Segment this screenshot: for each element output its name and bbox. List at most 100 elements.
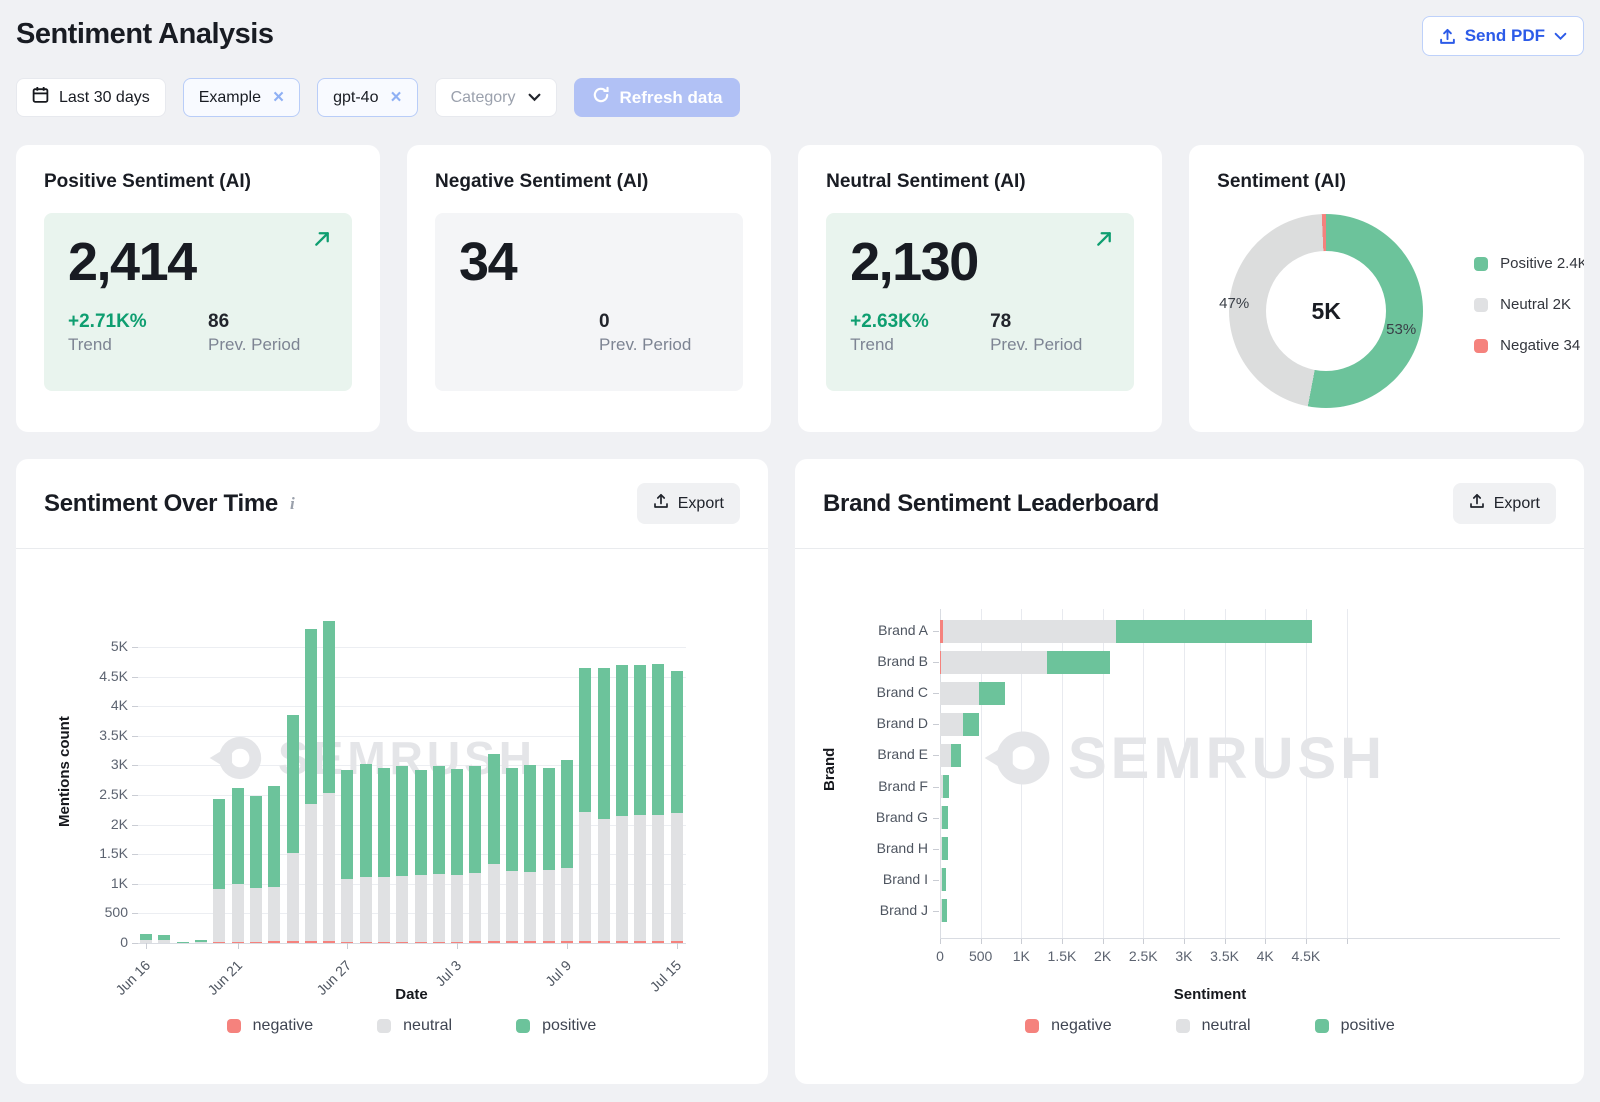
export-button[interactable]: Export [1453, 483, 1556, 524]
chart-title: Brand Sentiment Leaderboard [823, 490, 1159, 518]
category-dropdown[interactable]: Category [435, 78, 557, 117]
x-axis-line [137, 943, 686, 944]
bar-segment-positive [943, 775, 949, 798]
bar-segment-positive [341, 770, 353, 879]
filter-chip-gpt4o[interactable]: gpt-4o × [317, 78, 417, 117]
bar-segment-positive [268, 786, 280, 887]
refresh-data-button[interactable]: Refresh data [574, 78, 741, 117]
bar-segment-positive [616, 665, 628, 816]
legend-swatch-positive [516, 1019, 530, 1033]
kpi-value: 2,414 [68, 229, 328, 297]
bar-segment-negative [561, 941, 573, 943]
stacked-bar [378, 768, 390, 943]
brand-row-label: Brand J [833, 902, 928, 918]
bar-segment-positive [287, 715, 299, 853]
stacked-bar [561, 760, 573, 943]
stacked-bar [524, 765, 536, 943]
bar-segment-positive [963, 713, 979, 736]
bar-segment-positive [433, 766, 445, 874]
x-axis-line [940, 938, 1560, 939]
legend-label: Neutral 2K [1500, 296, 1571, 313]
kpi-prev-value: 0 [599, 311, 691, 333]
stacked-bar [940, 775, 949, 798]
kpi-value: 34 [459, 229, 719, 297]
bar-segment-neutral [616, 816, 628, 941]
bar-segment-neutral [433, 874, 445, 942]
legend-swatch-neutral [1176, 1019, 1190, 1033]
bar-segment-negative [451, 942, 463, 943]
bar-segment-positive [140, 934, 152, 941]
kpi-row: Positive Sentiment (AI) 2,414 +2.71K% Tr… [16, 145, 1584, 432]
bar-segment-negative [616, 941, 628, 943]
stacked-bar [940, 651, 1110, 674]
chevron-down-icon [528, 89, 541, 107]
bar-segment-neutral [287, 853, 299, 941]
bar-segment-neutral [341, 879, 353, 941]
bar-segment-neutral [671, 813, 683, 941]
export-button[interactable]: Export [637, 483, 740, 524]
bar-segment-negative [268, 941, 280, 943]
close-icon[interactable]: × [390, 88, 401, 107]
kpi-title: Neutral Sentiment (AI) [826, 171, 1134, 193]
bar-segment-neutral [524, 872, 536, 942]
brand-leaderboard-chart: Brand SEMRUSH Sentiment negative neutr [795, 549, 1584, 1083]
date-range-filter[interactable]: Last 30 days [16, 78, 166, 117]
kpi-panel: 2,414 +2.71K% Trend 86 Prev. Period [44, 213, 352, 391]
send-pdf-button[interactable]: Send PDF [1422, 16, 1584, 56]
bar-segment-positive [396, 766, 408, 877]
bar-segment-neutral [543, 870, 555, 941]
info-icon[interactable]: i [290, 494, 295, 514]
legend-item-neutral: neutral [1176, 1017, 1251, 1035]
stacked-bar [396, 766, 408, 944]
bar-segment-negative [671, 941, 683, 943]
export-label: Export [1494, 495, 1540, 513]
legend-label: neutral [1202, 1017, 1251, 1035]
bar-segment-positive [177, 942, 189, 943]
sentiment-donut-card: Sentiment (AI) 5K 47% 53% Positive 2.4K … [1189, 145, 1584, 432]
stacked-bar [158, 935, 170, 943]
stacked-bar [305, 629, 317, 943]
stacked-bar [287, 715, 299, 943]
y-axis-title: Mentions count [56, 679, 73, 864]
bar-segment-positive [942, 899, 947, 922]
bar-segment-positive [561, 760, 573, 868]
bar-segment-neutral [140, 940, 152, 943]
stacked-bar [579, 668, 591, 943]
legend-label: negative [1051, 1017, 1112, 1035]
bar-segment-negative [579, 941, 591, 943]
stacked-bar [940, 868, 946, 891]
bar-segment-positive [506, 768, 518, 870]
legend-swatch-negative [227, 1019, 241, 1033]
bar-segment-neutral [323, 793, 335, 941]
chevron-down-icon [1554, 32, 1567, 41]
chart-legend: negative neutral positive [940, 1017, 1480, 1035]
legend-label: positive [1341, 1017, 1395, 1035]
bar-segment-positive [979, 682, 1005, 705]
bar-segment-neutral [213, 889, 225, 941]
bar-segment-positive [579, 668, 591, 812]
donut-percent-neutral: 47% [1219, 295, 1249, 312]
filter-chip-label: gpt-4o [333, 89, 378, 107]
legend-label: neutral [403, 1017, 452, 1035]
bar-segment-neutral [305, 804, 317, 941]
bar-segment-negative [543, 941, 555, 943]
legend-label: positive [542, 1017, 596, 1035]
page-header: Sentiment Analysis Send PDF [16, 16, 1584, 68]
legend-item-negative: Negative 34 [1474, 337, 1584, 354]
bar-segment-neutral [941, 651, 1047, 674]
kpi-value: 2,130 [850, 229, 1110, 297]
x-axis-tick-label: 4.5K [1281, 948, 1331, 964]
page-title: Sentiment Analysis [16, 16, 273, 51]
charts-row: Sentiment Over Time i Export Mentions co… [16, 459, 1584, 1084]
chart-header: Sentiment Over Time i Export [16, 459, 768, 549]
brand-row-label: Brand E [833, 746, 928, 762]
calendar-icon [32, 86, 49, 109]
stacked-bar [140, 934, 152, 943]
close-icon[interactable]: × [273, 88, 284, 107]
bar-segment-negative [213, 942, 225, 943]
filter-chip-example[interactable]: Example × [183, 78, 300, 117]
bar-segment-positive [213, 799, 225, 889]
x-axis-tick [567, 943, 568, 949]
donut-legend: Positive 2.4K Neutral 2K Negative 34 [1474, 255, 1584, 354]
bar-segment-positive [1116, 620, 1312, 643]
